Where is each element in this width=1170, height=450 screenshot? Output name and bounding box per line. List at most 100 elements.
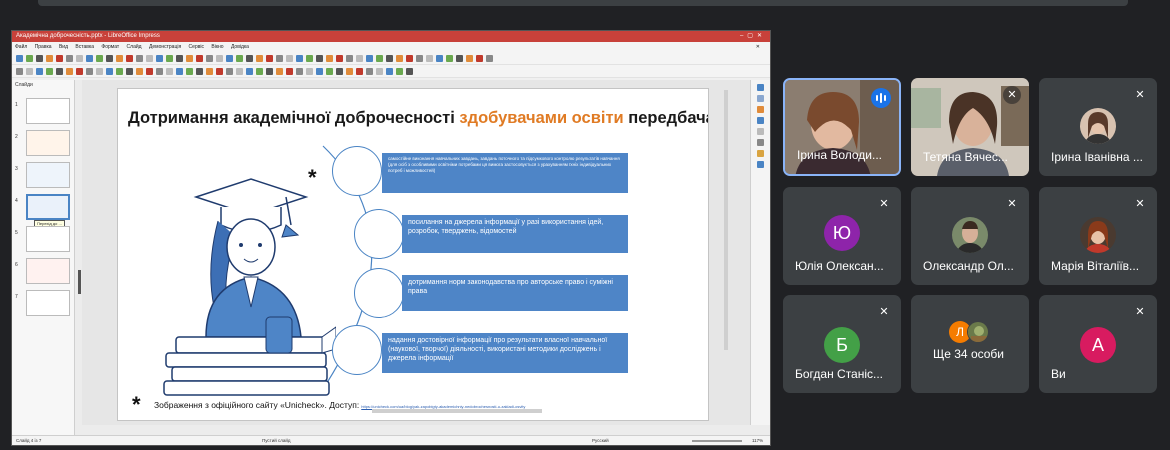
toolbar-button-icon[interactable]	[36, 54, 43, 62]
participant-tile-6[interactable]: ✕ Марія Віталіїв...	[1039, 187, 1157, 285]
participant-tile-1[interactable]: Ірина Володи...	[783, 78, 901, 176]
toolbar-button-icon[interactable]	[456, 54, 463, 62]
menu-item-edit[interactable]: Правка	[35, 44, 52, 50]
toolbar-button-icon[interactable]	[326, 67, 333, 75]
toolbar-button-icon[interactable]	[426, 54, 433, 62]
toolbar-button-icon[interactable]	[116, 67, 123, 75]
toolbar-button-icon[interactable]	[486, 54, 493, 62]
toolbar-button-icon[interactable]	[166, 67, 173, 75]
toolbar-button-icon[interactable]	[346, 67, 353, 75]
close-document-icon[interactable]: ✕	[756, 42, 760, 52]
toolbar-button-icon[interactable]	[366, 54, 373, 62]
toolbar-button-icon[interactable]	[256, 54, 263, 62]
toolbar-button-icon[interactable]	[156, 67, 163, 75]
toolbar-button-icon[interactable]	[406, 54, 413, 62]
toolbar-button-icon[interactable]	[436, 54, 443, 62]
master-slides-icon[interactable]	[757, 95, 764, 102]
toolbar-button-icon[interactable]	[36, 67, 43, 75]
toolbar-button-icon[interactable]	[236, 54, 243, 62]
toolbar-button-icon[interactable]	[356, 54, 363, 62]
toolbar-button-icon[interactable]	[316, 67, 323, 75]
toolbar-button-icon[interactable]	[136, 67, 143, 75]
toolbar-button-icon[interactable]	[66, 54, 73, 62]
toolbar-button-icon[interactable]	[266, 54, 273, 62]
toolbar-button-icon[interactable]	[176, 54, 183, 62]
toolbar-button-icon[interactable]	[96, 54, 103, 62]
more-participants-tile[interactable]: Л Ще 34 особи	[911, 295, 1029, 393]
toolbar-button-icon[interactable]	[266, 67, 273, 75]
toolbar-button-icon[interactable]	[336, 54, 343, 62]
slide-thumbnail-1[interactable]	[26, 98, 70, 124]
toolbar-button-icon[interactable]	[96, 67, 103, 75]
toolbar-button-icon[interactable]	[346, 54, 353, 62]
toolbar-button-icon[interactable]	[276, 54, 283, 62]
toolbar-button-icon[interactable]	[376, 54, 383, 62]
toolbar-button-icon[interactable]	[56, 54, 63, 62]
styles-icon[interactable]	[757, 139, 764, 146]
pane-splitter-handle[interactable]	[78, 270, 81, 294]
toolbar-button-icon[interactable]	[116, 54, 123, 62]
toolbar-button-icon[interactable]	[56, 67, 63, 75]
toolbar-button-icon[interactable]	[226, 67, 233, 75]
slide-thumbnail-2[interactable]	[26, 130, 70, 156]
participant-tile-7[interactable]: Б ✕ Богдан Станіс...	[783, 295, 901, 393]
menu-item-view[interactable]: Вид	[59, 44, 68, 50]
toolbar-button-icon[interactable]	[26, 54, 33, 62]
toolbar-button-icon[interactable]	[366, 67, 373, 75]
menu-item-window[interactable]: Вікно	[211, 44, 223, 50]
toolbar-button-icon[interactable]	[306, 54, 313, 62]
slide-thumbnail-4[interactable]	[26, 194, 70, 220]
toolbar-button-icon[interactable]	[76, 54, 83, 62]
toolbar-button-icon[interactable]	[136, 54, 143, 62]
toolbar-button-icon[interactable]	[196, 54, 203, 62]
toolbar-button-icon[interactable]	[296, 67, 303, 75]
toolbar-button-icon[interactable]	[296, 54, 303, 62]
toolbar-button-icon[interactable]	[16, 67, 23, 75]
toolbar-button-icon[interactable]	[186, 54, 193, 62]
toolbar-button-icon[interactable]	[206, 67, 213, 75]
slide-thumbnail-6[interactable]	[26, 258, 70, 284]
toolbar-button-icon[interactable]	[236, 67, 243, 75]
self-tile[interactable]: А ✕ Ви	[1039, 295, 1157, 393]
toolbar-button-icon[interactable]	[206, 54, 213, 62]
toolbar-button-icon[interactable]	[156, 54, 163, 62]
slide-thumbnail-5[interactable]	[26, 226, 70, 252]
toolbar-button-icon[interactable]	[186, 67, 193, 75]
toolbar-button-icon[interactable]	[386, 67, 393, 75]
animation-icon[interactable]	[757, 106, 764, 113]
properties-icon[interactable]	[757, 84, 764, 91]
menu-item-tools[interactable]: Сервіс	[189, 44, 204, 50]
navigator-icon[interactable]	[757, 128, 764, 135]
menu-item-help[interactable]: Довідка	[231, 44, 249, 50]
participant-tile-3[interactable]: ✕ Ірина Іванівна ...	[1039, 78, 1157, 176]
toolbar-button-icon[interactable]	[176, 67, 183, 75]
participant-tile-4[interactable]: Ю ✕ Юлія Олексан...	[783, 187, 901, 285]
slide-thumbnail-3[interactable]	[26, 162, 70, 188]
toolbar-button-icon[interactable]	[126, 54, 133, 62]
menu-item-slideshow[interactable]: Демонстрація	[149, 44, 181, 50]
toolbar-button-icon[interactable]	[336, 67, 343, 75]
gallery-icon[interactable]	[757, 150, 764, 157]
toolbar-button-icon[interactable]	[46, 67, 53, 75]
shapes-icon[interactable]	[757, 161, 764, 168]
slide-thumbnail-7[interactable]	[26, 290, 70, 316]
toolbar-button-icon[interactable]	[466, 54, 473, 62]
toolbar-button-icon[interactable]	[126, 67, 133, 75]
toolbar-button-icon[interactable]	[86, 67, 93, 75]
toolbar-button-icon[interactable]	[286, 54, 293, 62]
toolbar-button-icon[interactable]	[246, 54, 253, 62]
toolbar-button-icon[interactable]	[396, 67, 403, 75]
vertical-scrollbar[interactable]	[724, 90, 728, 350]
toolbar-button-icon[interactable]	[106, 54, 113, 62]
toolbar-button-icon[interactable]	[406, 67, 413, 75]
toolbar-button-icon[interactable]	[246, 67, 253, 75]
menu-item-insert[interactable]: Вставка	[75, 44, 94, 50]
toolbar-button-icon[interactable]	[446, 54, 453, 62]
toolbar-button-icon[interactable]	[276, 67, 283, 75]
transition-icon[interactable]	[757, 117, 764, 124]
toolbar-button-icon[interactable]	[146, 67, 153, 75]
toolbar-button-icon[interactable]	[316, 54, 323, 62]
menu-item-slide[interactable]: Слайд	[127, 44, 142, 50]
toolbar-button-icon[interactable]	[106, 67, 113, 75]
toolbar-button-icon[interactable]	[66, 67, 73, 75]
